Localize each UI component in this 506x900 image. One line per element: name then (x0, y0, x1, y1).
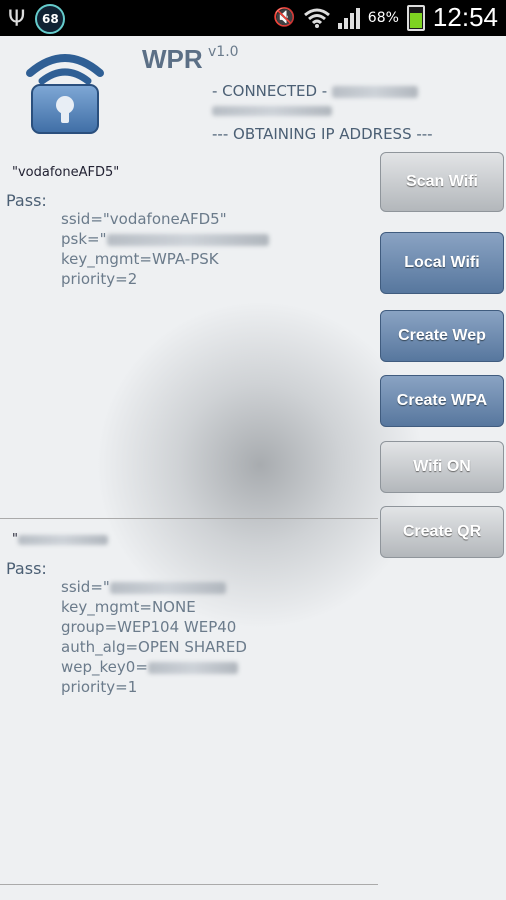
network-name: " (12, 532, 108, 547)
network-psk: psk=" (61, 230, 269, 248)
create-wpa-button[interactable]: Create WPA (380, 375, 504, 427)
connection-status-label: - CONNECTED - (212, 82, 328, 100)
network-priority: priority=1 (61, 678, 138, 696)
usb-icon: Ψ (8, 6, 26, 32)
app-version: v1.0 (208, 44, 239, 60)
redacted-ssid (332, 85, 419, 98)
clock: 12:54 (432, 2, 498, 32)
status-right: 🔇 68% 12:54 (273, 2, 498, 33)
battery-icon (406, 4, 425, 31)
scan-wifi-button[interactable]: Scan Wifi (380, 152, 504, 212)
network-psk-label: psk=" (61, 230, 107, 248)
network-priority: priority=2 (61, 270, 138, 288)
network-auth-alg: auth_alg=OPEN SHARED (61, 638, 247, 656)
network-wep-key: wep_key0= (61, 658, 238, 676)
ip-status: --- OBTAINING IP ADDRESS --- (212, 125, 433, 143)
redacted-sub (212, 106, 332, 116)
status-left: Ψ 68 (8, 4, 66, 34)
redacted-ssid-value (109, 581, 226, 594)
wifi-on-button[interactable]: Wifi ON (380, 441, 504, 493)
network-ssid-label: ssid=" (61, 578, 110, 596)
status-bar: Ψ 68 🔇 68% 12:54 (0, 0, 506, 36)
cell-signal-icon (337, 7, 360, 29)
redacted-psk (106, 233, 269, 246)
mute-icon: 🔇 (273, 7, 296, 28)
network-ssid: ssid="vodafoneAFD5" (61, 210, 227, 228)
local-wifi-button[interactable]: Local Wifi (380, 232, 504, 294)
network-group: group=WEP104 WEP40 (61, 618, 237, 636)
pass-label: Pass: (6, 559, 47, 578)
wifi-signal-icon (303, 8, 330, 28)
app-title: WPR (142, 44, 203, 74)
lock-wifi-logo-icon (26, 54, 104, 134)
battery-percent: 68% (367, 9, 399, 26)
connection-status: - CONNECTED - (212, 82, 419, 100)
divider (0, 518, 378, 519)
network-name: "vodafoneAFD5" (12, 165, 120, 180)
network-key-mgmt: key_mgmt=NONE (61, 598, 196, 616)
redacted-wep-key (147, 661, 238, 674)
create-qr-button[interactable]: Create QR (380, 506, 504, 558)
network-ssid: ssid=" (61, 578, 226, 596)
divider (0, 884, 378, 885)
create-wep-button[interactable]: Create Wep (380, 310, 504, 362)
pass-label: Pass: (6, 191, 47, 210)
network-key-mgmt: key_mgmt=WPA-PSK (61, 250, 219, 268)
network-wep-key-label: wep_key0= (61, 658, 148, 676)
redacted-network-name (17, 534, 108, 545)
notification-badge: 68 (35, 4, 66, 34)
